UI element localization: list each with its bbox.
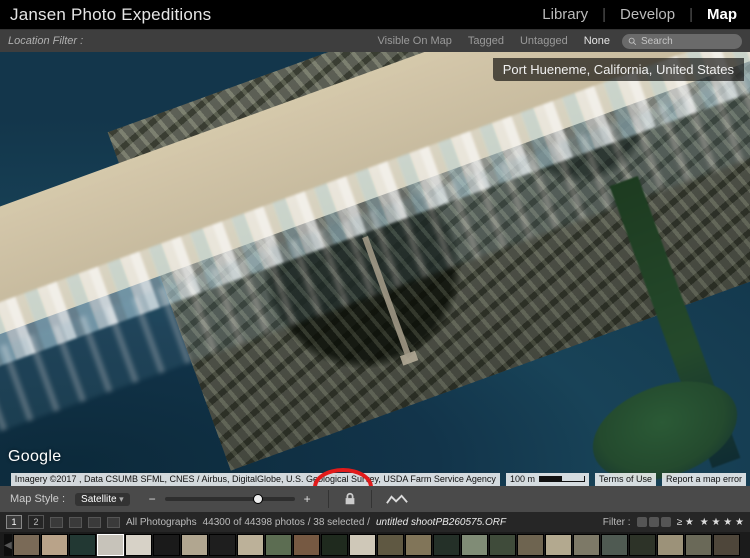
map-search-input[interactable]: Search <box>622 34 742 49</box>
google-logo: Google <box>8 448 61 466</box>
search-placeholder: Search <box>641 36 673 47</box>
map-scale-ticks <box>539 476 585 482</box>
filmstrip-thumb[interactable] <box>181 534 208 556</box>
loupe-view-icon[interactable] <box>69 517 82 528</box>
filmstrip-thumb[interactable] <box>657 534 684 556</box>
current-filename: untitled shootPB260575.ORF <box>376 517 506 528</box>
divider <box>371 490 372 508</box>
map-scalebar: 100 m <box>506 473 589 486</box>
filmstrip-thumb[interactable] <box>713 534 740 556</box>
filmstrip-filter-label: Filter : <box>603 517 631 528</box>
flag-icon[interactable] <box>637 517 647 527</box>
filmstrip-thumb[interactable] <box>601 534 628 556</box>
flag-filter[interactable] <box>637 517 671 527</box>
map-imagery-attribution: Imagery ©2017 , Data CSUMB SFML, CNES / … <box>11 473 500 486</box>
filmstrip-thumb[interactable] <box>237 534 264 556</box>
filmstrip[interactable]: ◀ <box>0 532 750 558</box>
divider <box>328 490 329 508</box>
filmstrip-thumb[interactable] <box>405 534 432 556</box>
map-style-dropdown[interactable]: Satellite <box>75 493 130 506</box>
search-icon <box>628 37 637 46</box>
filmstrip-thumb[interactable] <box>517 534 544 556</box>
photo-counts: 44300 of 44398 photos / 38 selected / <box>203 517 370 528</box>
filter-tagged[interactable]: Tagged <box>464 35 508 47</box>
brand-title: Jansen Photo Expeditions <box>10 5 211 25</box>
filmstrip-thumb[interactable] <box>629 534 656 556</box>
map-attribution-row: Imagery ©2017 , Data CSUMB SFML, CNES / … <box>0 472 750 486</box>
flag-icon[interactable] <box>649 517 659 527</box>
filter-untagged[interactable]: Untagged <box>516 35 572 47</box>
filmstrip-thumb[interactable] <box>573 534 600 556</box>
filmstrip-thumb[interactable] <box>41 534 68 556</box>
filter-visible-on-map[interactable]: Visible On Map <box>374 35 456 47</box>
grid-view-icon[interactable] <box>50 517 63 528</box>
location-filter-bar: Location Filter : Visible On Map Tagged … <box>0 30 750 52</box>
map-canvas[interactable]: Port Hueneme, California, United States … <box>0 52 750 486</box>
map-location-overlay: Port Hueneme, California, United States <box>493 58 744 81</box>
app-topbar: Jansen Photo Expeditions Library | Devel… <box>0 0 750 30</box>
filmstrip-thumb[interactable] <box>433 534 460 556</box>
module-map[interactable]: Map <box>704 6 740 23</box>
module-switcher: Library | Develop | Map <box>539 6 740 23</box>
prev-photo-icon[interactable] <box>88 517 101 528</box>
filmstrip-thumb[interactable] <box>265 534 292 556</box>
filmstrip-thumb[interactable] <box>97 534 124 556</box>
filmstrip-thumb[interactable] <box>685 534 712 556</box>
map-report-link[interactable]: Report a map error <box>662 473 746 486</box>
map-terms-link[interactable]: Terms of Use <box>595 473 656 486</box>
filmstrip-thumb[interactable] <box>349 534 376 556</box>
filmstrip-thumb[interactable] <box>489 534 516 556</box>
zoom-slider-thumb[interactable] <box>253 494 263 504</box>
filmstrip-thumb[interactable] <box>13 534 40 556</box>
filmstrip-thumb[interactable] <box>545 534 572 556</box>
zoom-in-button[interactable]: + <box>301 493 314 506</box>
map-style-bar: Map Style : Satellite − + <box>0 486 750 512</box>
map-zoom-group: − + <box>146 493 314 506</box>
lock-icon[interactable] <box>343 492 357 506</box>
module-library[interactable]: Library <box>539 6 591 23</box>
filter-none[interactable]: None <box>580 35 614 47</box>
filmstrip-thumb[interactable] <box>377 534 404 556</box>
map-scale-label: 100 m <box>510 473 535 486</box>
secondary-display-2[interactable]: 2 <box>28 515 44 529</box>
flag-icon[interactable] <box>661 517 671 527</box>
next-photo-icon[interactable] <box>107 517 120 528</box>
rating-stars[interactable]: ★ ★ ★ ★ <box>700 517 744 528</box>
filmstrip-scroll-left[interactable]: ◀ <box>4 534 12 556</box>
map-style-label: Map Style : <box>10 493 65 505</box>
filmstrip-thumb[interactable] <box>69 534 96 556</box>
filmstrip-thumb[interactable] <box>209 534 236 556</box>
module-develop[interactable]: Develop <box>617 6 678 23</box>
filmstrip-thumb[interactable] <box>321 534 348 556</box>
module-separator: | <box>686 6 696 23</box>
secondary-display-1[interactable]: 1 <box>6 515 22 529</box>
gps-track-button[interactable] <box>386 492 408 506</box>
filmstrip-thumb[interactable] <box>125 534 152 556</box>
location-filter-label: Location Filter : <box>8 35 83 47</box>
filmstrip-info-bar: 1 2 All Photographs 44300 of 44398 photo… <box>0 512 750 532</box>
module-separator: | <box>599 6 609 23</box>
rating-filter[interactable]: ≥ ★ <box>677 517 694 528</box>
filmstrip-thumb[interactable] <box>153 534 180 556</box>
zoom-slider[interactable] <box>165 497 295 501</box>
filmstrip-thumb[interactable] <box>461 534 488 556</box>
zoom-out-button[interactable]: − <box>146 493 159 506</box>
collection-name[interactable]: All Photographs <box>126 517 197 528</box>
filmstrip-thumb[interactable] <box>293 534 320 556</box>
